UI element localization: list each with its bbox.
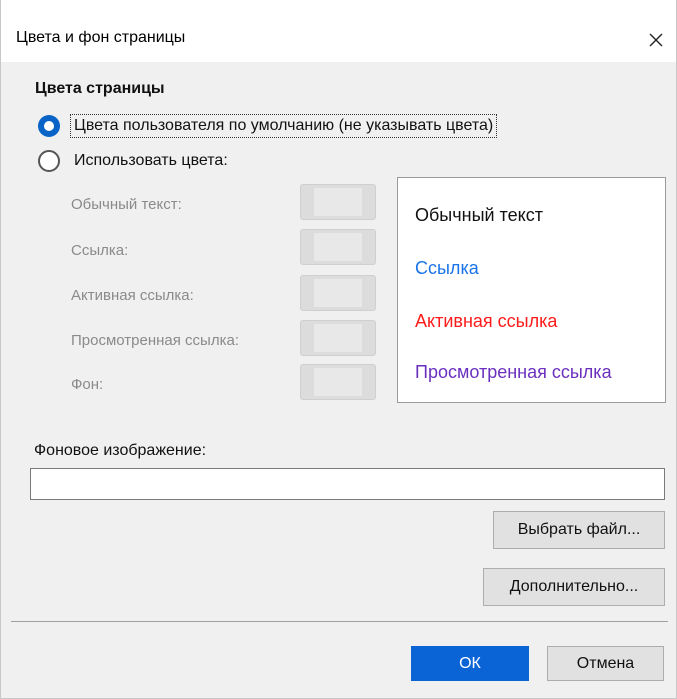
active-link-color-button[interactable] <box>300 275 376 311</box>
background-color-label: Фон: <box>71 376 104 393</box>
custom-colors-radio[interactable] <box>38 150 60 172</box>
cancel-button[interactable]: Отмена <box>547 646 664 681</box>
choose-file-button[interactable]: Выбрать файл... <box>493 511 665 549</box>
divider <box>11 621 668 622</box>
visited-link-color-label: Просмотренная ссылка: <box>71 332 239 349</box>
default-colors-option[interactable]: Цвета пользователя по умолчанию (не указ… <box>38 114 498 138</box>
page-colors-dialog: Цвета и фон страницы Цвета страницы Цвет… <box>0 0 677 699</box>
custom-colors-label: Использовать цвета: <box>74 152 228 169</box>
preview-visited-link: Просмотренная ссылка <box>415 362 612 382</box>
preview-normal-text: Обычный текст <box>415 205 543 225</box>
link-color-label: Ссылка: <box>71 242 129 259</box>
background-image-label: Фоновое изображение: <box>34 442 207 459</box>
normal-text-color-button[interactable] <box>300 184 376 220</box>
preview-link: Ссылка <box>415 258 479 278</box>
link-color-button[interactable] <box>300 229 376 265</box>
advanced-button[interactable]: Дополнительно... <box>483 568 665 606</box>
background-color-button[interactable] <box>300 364 376 400</box>
visited-link-color-button[interactable] <box>300 320 376 356</box>
default-colors-radio[interactable] <box>38 115 60 137</box>
default-colors-label: Цвета пользователя по умолчанию (не указ… <box>70 114 498 138</box>
page-colors-heading: Цвета страницы <box>35 80 165 97</box>
normal-text-color-label: Обычный текст: <box>71 196 182 213</box>
active-link-color-label: Активная ссылка: <box>71 287 194 304</box>
dialog-title: Цвета и фон страницы <box>16 29 186 46</box>
ok-button[interactable]: ОК <box>411 646 529 681</box>
preview-active-link: Активная ссылка <box>415 311 558 331</box>
close-button[interactable] <box>636 20 676 60</box>
color-preview: Обычный текст Ссылка Активная ссылка Про… <box>397 177 666 403</box>
close-icon <box>649 33 663 47</box>
custom-colors-option[interactable]: Использовать цвета: <box>38 150 228 172</box>
background-image-input[interactable] <box>30 468 665 500</box>
title-bar: Цвета и фон страницы <box>1 0 676 62</box>
